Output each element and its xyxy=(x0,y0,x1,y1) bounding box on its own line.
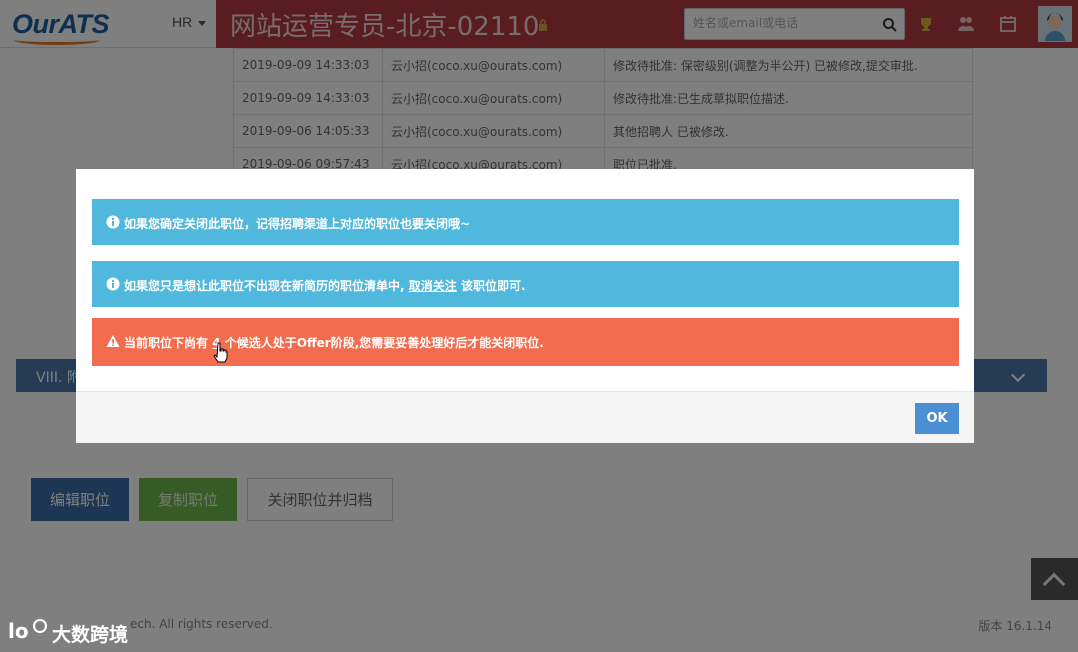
info-icon xyxy=(106,215,120,229)
info-icon xyxy=(106,277,120,291)
alert-text-suffix: 个候选人处于Offer阶段,您需要妥善处理好后才能关闭职位. xyxy=(224,336,544,350)
watermark-logo: lo 大数跨境 xyxy=(8,616,148,648)
alert-text-suffix: 该职位即可. xyxy=(460,279,526,293)
ok-button[interactable]: OK xyxy=(915,403,959,434)
alert-text: 当前职位下尚有 4 个候选人处于Offer阶段,您需要妥善处理好后才能关闭职位. xyxy=(124,334,544,351)
watermark-icon: lo xyxy=(8,619,47,643)
unfollow-link[interactable]: 取消关注 xyxy=(409,279,457,293)
hand-cursor-icon xyxy=(213,342,228,363)
watermark-text: 大数跨境 xyxy=(52,624,129,646)
alert-text: 如果您只是想让此职位不出现在新简历的职位清单中, 取消关注 该职位即可. xyxy=(124,277,526,294)
info-alert-unfollow: 如果您只是想让此职位不出现在新简历的职位清单中, 取消关注 该职位即可. xyxy=(92,261,959,307)
warning-icon xyxy=(106,335,120,347)
alert-text: 如果您确定关闭此职位，记得招聘渠道上对应的职位也要关闭哦~ xyxy=(124,217,471,231)
close-job-modal: 如果您确定关闭此职位，记得招聘渠道上对应的职位也要关闭哦~ 如果您只是想让此职位… xyxy=(76,169,974,443)
alert-text-prefix: 当前职位下尚有 xyxy=(124,336,209,350)
alert-text-prefix: 如果您只是想让此职位不出现在新简历的职位清单中, xyxy=(124,279,405,293)
modal-footer: OK xyxy=(76,391,974,443)
info-alert-close-channels: 如果您确定关闭此职位，记得招聘渠道上对应的职位也要关闭哦~ xyxy=(92,199,959,245)
svg-text:lo: lo xyxy=(8,619,29,643)
